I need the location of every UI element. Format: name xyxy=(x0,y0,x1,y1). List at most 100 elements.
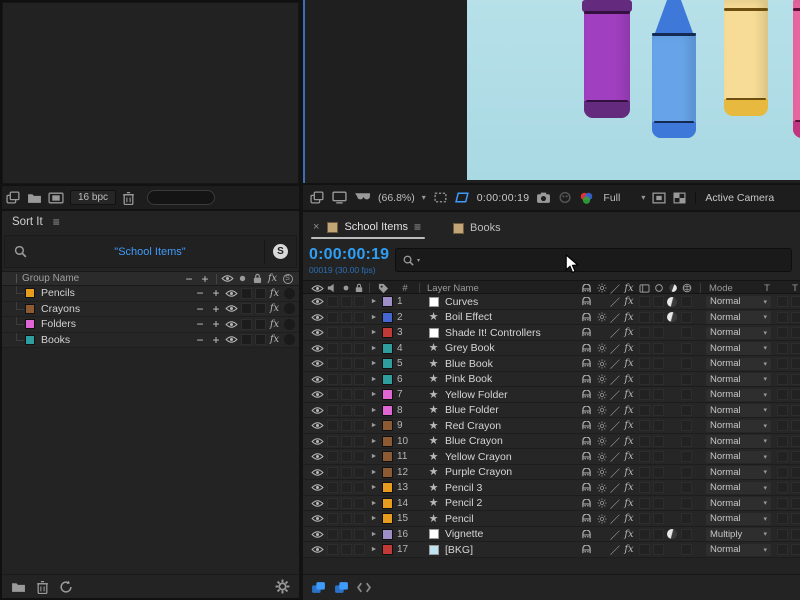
frame-blend-checkbox[interactable] xyxy=(639,296,650,307)
trash-icon[interactable] xyxy=(122,191,135,205)
close-icon[interactable]: × xyxy=(313,221,319,233)
adjustment-toggle[interactable] xyxy=(665,542,679,557)
plus-button[interactable]: + xyxy=(208,287,224,299)
3d-checkbox[interactable] xyxy=(681,327,692,338)
fx-toggle[interactable]: fx xyxy=(622,294,636,309)
collapse-toggle[interactable] xyxy=(595,480,609,495)
eye-icon[interactable] xyxy=(309,480,325,495)
adjustment-toggle[interactable] xyxy=(665,310,679,325)
layer-name[interactable]: Boil Effect xyxy=(445,310,492,325)
panel-divider[interactable] xyxy=(0,184,301,186)
label-color-swatch[interactable] xyxy=(381,449,394,464)
table-row[interactable]: ► 3 Shade It! Controllers ／ fx Normal ▾ xyxy=(303,325,800,341)
audio-checkbox[interactable] xyxy=(327,389,338,400)
layer-name[interactable]: Shade It! Controllers xyxy=(445,325,541,340)
eye-icon[interactable] xyxy=(224,320,239,329)
label-color-swatch[interactable] xyxy=(381,310,394,325)
frame-blend-column-icon[interactable] xyxy=(637,281,652,295)
collapse-toggle[interactable] xyxy=(595,356,609,371)
label-color-swatch[interactable] xyxy=(381,542,394,557)
adjustment-toggle[interactable] xyxy=(665,449,679,464)
audio-checkbox[interactable] xyxy=(327,296,338,307)
search-input[interactable] xyxy=(422,255,785,266)
trkmat-checkbox[interactable] xyxy=(777,436,788,447)
lock-checkbox[interactable] xyxy=(354,389,365,400)
shy-toggle[interactable] xyxy=(579,294,594,309)
mode-dropdown[interactable]: Normal ▾ xyxy=(706,420,771,433)
table-row[interactable]: ► 16 Vignette ／ fx Multiply ▾ xyxy=(303,527,800,543)
fx-toggle[interactable]: fx xyxy=(267,288,282,299)
group-row[interactable]: Books − + fx xyxy=(2,333,299,349)
layer-name[interactable]: Pencil 3 xyxy=(445,480,482,495)
chevron-down-icon[interactable]: ▾ xyxy=(422,193,426,202)
solo-checkbox[interactable] xyxy=(341,374,352,385)
solo-checkbox[interactable] xyxy=(341,467,352,478)
minus-button[interactable]: − xyxy=(192,287,208,299)
show-snapshot-icon[interactable] xyxy=(558,191,572,204)
expand-arrow-icon[interactable]: ► xyxy=(369,527,379,542)
expand-arrow-icon[interactable]: ► xyxy=(369,480,379,495)
audio-column-icon[interactable] xyxy=(325,281,339,295)
lock-icon[interactable] xyxy=(250,273,265,284)
group-row[interactable]: Folders − + fx xyxy=(2,317,299,333)
eye-icon[interactable] xyxy=(309,341,325,356)
trkmat-t2-label[interactable]: T xyxy=(790,281,800,295)
fx-toggle[interactable]: fx xyxy=(622,465,636,480)
audio-checkbox[interactable] xyxy=(327,358,338,369)
mode-dropdown[interactable]: Normal ▾ xyxy=(706,296,771,309)
eye-icon[interactable] xyxy=(309,372,325,387)
mode-dropdown[interactable]: Normal ▾ xyxy=(706,513,771,526)
collapse-toggle[interactable] xyxy=(595,341,609,356)
frame-blend-checkbox[interactable] xyxy=(639,420,650,431)
collapse-toggle[interactable] xyxy=(595,434,609,449)
transparency-grid-icon[interactable] xyxy=(673,192,686,204)
eye-icon[interactable] xyxy=(309,496,325,511)
index-column-label[interactable]: # xyxy=(399,281,411,295)
group-row[interactable]: Crayons − + fx xyxy=(2,302,299,318)
3d-checkbox[interactable] xyxy=(681,498,692,509)
lock-checkbox[interactable] xyxy=(354,296,365,307)
label-column-icon[interactable] xyxy=(375,281,391,295)
trkmat-checkbox[interactable] xyxy=(791,312,800,323)
solo-checkbox[interactable] xyxy=(341,529,352,540)
3d-checkbox[interactable] xyxy=(681,312,692,323)
motion-blur-checkbox[interactable] xyxy=(653,482,664,493)
shy-toggle[interactable] xyxy=(579,449,594,464)
lock-checkbox[interactable] xyxy=(255,303,266,314)
shy-toggle[interactable] xyxy=(579,403,594,418)
trkmat-checkbox[interactable] xyxy=(791,513,800,524)
fx-icon[interactable]: fx xyxy=(265,273,280,284)
lock-checkbox[interactable] xyxy=(255,334,266,345)
adjustment-toggle[interactable] xyxy=(665,465,679,480)
inout-panes-toggle-icon[interactable] xyxy=(357,581,371,594)
layer-name[interactable]: Yellow Folder xyxy=(445,387,508,402)
eye-icon[interactable] xyxy=(309,527,325,542)
lock-checkbox[interactable] xyxy=(354,482,365,493)
3d-checkbox[interactable] xyxy=(681,436,692,447)
motion-blur-column-icon[interactable] xyxy=(652,281,666,295)
fx-toggle[interactable]: fx xyxy=(622,341,636,356)
shy-toggle[interactable] xyxy=(579,310,594,325)
trkmat-checkbox[interactable] xyxy=(791,420,800,431)
label-color-swatch[interactable] xyxy=(381,387,394,402)
motion-blur-checkbox[interactable] xyxy=(653,467,664,478)
quality-column-icon[interactable]: ／ xyxy=(609,281,621,295)
quality-toggle[interactable]: ／ xyxy=(609,325,621,340)
fx-toggle[interactable]: fx xyxy=(622,511,636,526)
audio-checkbox[interactable] xyxy=(327,420,338,431)
table-row[interactable]: ► 7 ★ Yellow Folder ／ fx Normal ▾ xyxy=(303,387,800,403)
audio-checkbox[interactable] xyxy=(327,374,338,385)
lock-checkbox[interactable] xyxy=(354,498,365,509)
expand-arrow-icon[interactable]: ► xyxy=(369,403,379,418)
solo-checkbox[interactable] xyxy=(241,288,252,299)
fx-toggle[interactable]: fx xyxy=(267,303,282,314)
3d-checkbox[interactable] xyxy=(681,529,692,540)
motion-blur-checkbox[interactable] xyxy=(653,327,664,338)
expand-arrow-icon[interactable]: ► xyxy=(369,325,379,340)
trkmat-checkbox[interactable] xyxy=(777,374,788,385)
trkmat-checkbox[interactable] xyxy=(791,498,800,509)
expand-arrow-icon[interactable]: ► xyxy=(369,449,379,464)
shy-toggle[interactable] xyxy=(579,325,594,340)
mode-dropdown[interactable]: Normal ▾ xyxy=(706,404,771,417)
trkmat-checkbox[interactable] xyxy=(777,513,788,524)
